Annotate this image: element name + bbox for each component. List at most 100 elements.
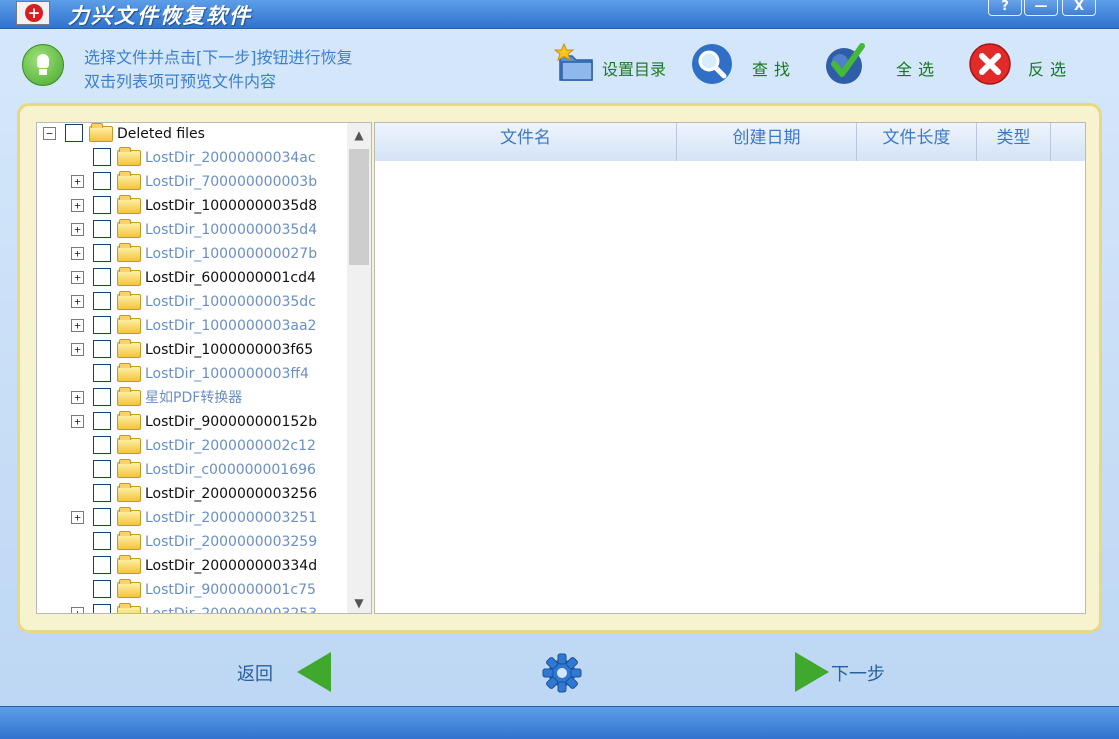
tree-checkbox[interactable] (93, 436, 111, 454)
open-folder-icon (89, 123, 113, 142)
file-list[interactable]: 文件名 创建日期 文件长度 类型 (374, 122, 1086, 614)
next-arrow-icon[interactable] (795, 652, 829, 692)
folder-icon (117, 531, 141, 550)
tree-checkbox[interactable] (93, 460, 111, 478)
tree-checkbox[interactable] (93, 292, 111, 310)
tree-node-label: Deleted files (117, 126, 205, 142)
tree-checkbox[interactable] (93, 556, 111, 574)
tree-checkbox[interactable] (93, 364, 111, 382)
minimize-button[interactable]: — (1024, 0, 1058, 16)
next-label[interactable]: 下一步 (831, 660, 885, 686)
status-bar (0, 706, 1119, 739)
tree-node-label: LostDir_1000000003aa2 (145, 318, 317, 334)
folder-icon (117, 411, 141, 430)
back-arrow-icon[interactable] (297, 652, 331, 692)
back-label[interactable]: 返回 (237, 660, 273, 686)
folder-icon (117, 219, 141, 238)
tree-node-label: LostDir_9000000001c75 (145, 582, 316, 598)
tree-node-label: LostDir_10000000035dc (145, 294, 316, 310)
select-all-label: 全选 (896, 60, 941, 79)
app-icon: + (16, 1, 50, 25)
invert-selection-label: 反选 (1028, 60, 1073, 79)
settings-icon[interactable] (541, 652, 583, 694)
folder-icon (117, 435, 141, 454)
expand-icon[interactable]: + (71, 199, 84, 212)
close-button[interactable]: X (1062, 0, 1096, 16)
title-bar: + 力兴文件恢复软件 ? — X (0, 0, 1119, 29)
scroll-up-icon[interactable]: ▲ (347, 125, 371, 145)
invert-selection-button[interactable]: 反选 (968, 42, 1088, 90)
folder-icon (117, 315, 141, 334)
tree-checkbox[interactable] (93, 196, 111, 214)
tree-checkbox[interactable] (93, 388, 111, 406)
tree-node-label: LostDir_700000000003b (145, 174, 318, 190)
expand-icon[interactable]: + (71, 175, 84, 188)
folder-star-icon (554, 42, 593, 81)
tree-checkbox[interactable] (93, 172, 111, 190)
expand-icon[interactable]: + (71, 391, 84, 404)
tree-checkbox[interactable] (93, 532, 111, 550)
tree-checkbox[interactable] (93, 148, 111, 166)
expand-icon[interactable]: + (71, 607, 84, 613)
tree-node-label: LostDir_10000000035d8 (145, 198, 318, 214)
expand-icon[interactable]: + (71, 295, 84, 308)
tree-checkbox[interactable] (93, 340, 111, 358)
folder-icon (117, 459, 141, 478)
expand-icon[interactable]: + (71, 271, 84, 284)
file-list-header: 文件名 创建日期 文件长度 类型 (375, 123, 1085, 161)
check-globe-icon (826, 43, 865, 84)
folder-icon (117, 291, 141, 310)
magnifier-icon (692, 44, 732, 84)
column-created-date[interactable]: 创建日期 (677, 123, 857, 161)
tree-checkbox[interactable] (93, 268, 111, 286)
find-button[interactable]: 查找 (690, 42, 810, 90)
lightbulb-icon (22, 44, 64, 86)
x-circle-icon (969, 43, 1011, 85)
tree-node-label: LostDir_200000000334d (145, 558, 318, 574)
scrollbar-thumb[interactable] (349, 149, 369, 265)
tree-node-label: 星如PDF转换器 (145, 390, 243, 406)
folder-icon (117, 483, 141, 502)
help-button[interactable]: ? (988, 0, 1022, 16)
tree-checkbox[interactable] (65, 124, 83, 142)
tree-node-label: LostDir_20000000034ac (145, 150, 316, 166)
folder-icon (117, 363, 141, 382)
select-all-button[interactable]: 全选 (824, 42, 954, 90)
expand-icon[interactable]: + (71, 415, 84, 428)
expand-icon[interactable]: + (71, 247, 84, 260)
tree-node-label: LostDir_900000000152b (145, 414, 318, 430)
tree-checkbox[interactable] (93, 580, 111, 598)
expand-icon[interactable]: + (71, 223, 84, 236)
footer-bar: 返回 下一步 (0, 640, 1119, 710)
folder-tree[interactable]: − Deleted files LostDir_20000000034ac + Lost… (36, 122, 372, 614)
expand-icon[interactable]: + (71, 319, 84, 332)
tree-node-label: LostDir_1000000003ff4 (145, 366, 309, 382)
tree-checkbox[interactable] (93, 316, 111, 334)
tree-node-label: LostDir_2000000002c12 (145, 438, 316, 454)
folder-icon (117, 507, 141, 526)
tree-checkbox[interactable] (93, 412, 111, 430)
set-directory-label: 设置目录 (602, 60, 667, 79)
tree-node-label: LostDir_2000000003259 (145, 534, 318, 550)
expand-icon[interactable]: + (71, 511, 84, 524)
hint-line-1: 选择文件并点击[下一步]按钮进行恢复 (84, 48, 353, 67)
scroll-down-icon[interactable]: ▼ (347, 593, 371, 613)
hint-line-2: 双击列表项可预览文件内容 (84, 72, 277, 91)
set-directory-button[interactable]: 设置目录 (554, 42, 676, 90)
column-filename[interactable]: 文件名 (375, 123, 677, 161)
folder-icon (117, 195, 141, 214)
column-file-length[interactable]: 文件长度 (857, 123, 977, 161)
collapse-icon[interactable]: − (43, 127, 56, 140)
tree-checkbox[interactable] (93, 484, 111, 502)
tree-checkbox[interactable] (93, 220, 111, 238)
expand-icon[interactable]: + (71, 343, 84, 356)
tree-checkbox[interactable] (93, 508, 111, 526)
tree-node-label: LostDir_10000000035d4 (145, 222, 318, 238)
tree-node-label: LostDir_c000000001696 (145, 462, 316, 478)
tree-checkbox[interactable] (93, 604, 111, 613)
folder-icon (117, 555, 141, 574)
tree-checkbox[interactable] (93, 244, 111, 262)
tree-scrollbar[interactable]: ▲ ▼ (347, 123, 371, 613)
column-type[interactable]: 类型 (977, 123, 1051, 161)
folder-icon (117, 579, 141, 598)
